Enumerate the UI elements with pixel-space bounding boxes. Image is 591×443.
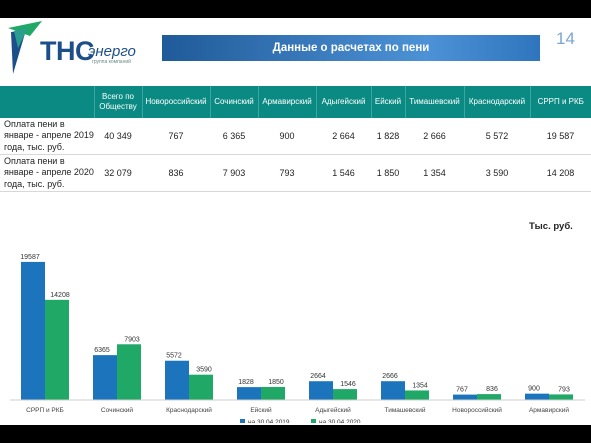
- table-header-cell: Армавирский: [257, 86, 316, 118]
- chart-data-label: 2666: [382, 373, 398, 380]
- table-header-cell: Всего по Обществу: [93, 86, 142, 118]
- chart-bar: [165, 360, 189, 400]
- table-cell: 2 664: [316, 118, 371, 155]
- table-cell: 793: [258, 154, 316, 192]
- chart-data-label: 2664: [310, 373, 326, 380]
- table-row-label: Оплата пени в январе - апреле 2019 года,…: [0, 118, 94, 155]
- chart-data-label: 3590: [196, 367, 212, 374]
- chart-bar: [117, 344, 141, 400]
- chart-bar: [261, 386, 285, 400]
- chart-category-label: Ейский: [250, 406, 272, 414]
- chart-bar: [333, 389, 357, 400]
- chart-category-label: СРРП и РКБ: [26, 407, 64, 414]
- table-cell: 1 354: [405, 154, 464, 192]
- table-cell: 5 572: [464, 118, 530, 155]
- table-header-cell: Адыгейский: [315, 86, 371, 118]
- table-row: Оплата пени в январе - апреле 2019 года,…: [0, 118, 591, 155]
- table-cell: 900: [258, 118, 316, 155]
- chart-bar: [93, 355, 117, 400]
- chart-bar: [453, 394, 477, 400]
- data-table: Всего по Обществу Новороссийский Сочинск…: [0, 86, 591, 192]
- chart-data-label: 19587: [20, 254, 40, 261]
- table-cell: 19 587: [530, 118, 591, 155]
- table-row-label: Оплата пени в январе - апреле 2020 года,…: [0, 154, 94, 192]
- chart-data-label: 1354: [412, 382, 428, 389]
- legend-label: на 30.04.2019: [248, 419, 290, 423]
- slide: ТНС энерго группа компаний Данные о расч…: [0, 18, 591, 425]
- chart-bar: [21, 261, 45, 400]
- chart-bar: [549, 394, 573, 400]
- chart-category-label: Армавирский: [529, 406, 569, 414]
- table-header-cell: Новороссийский: [141, 86, 210, 118]
- title-bar: Данные о расчетах по пени: [162, 35, 540, 61]
- legend-label: на 30.04.2020: [319, 419, 361, 423]
- table-cell: 32 079: [94, 154, 142, 192]
- logo-second-text: энерго: [88, 43, 136, 60]
- logo-main-text: ТНС: [40, 36, 95, 66]
- chart-bar: [237, 387, 261, 400]
- chart-category-label: Тимашевский: [385, 406, 426, 414]
- page-title: Данные о расчетах по пени: [272, 42, 430, 54]
- chart-bar: [405, 390, 429, 400]
- chart-data-label: 767: [456, 387, 468, 394]
- chart-data-label: 5572: [166, 353, 182, 360]
- chart-category-label: Краснодарский: [166, 406, 212, 414]
- chart-data-label: 1828: [238, 379, 254, 386]
- bar-chart: 19587 14208 СРРП и РКБ 6365 7903 Сочинский 557…: [10, 254, 585, 423]
- table-cell: 6 365: [210, 118, 258, 155]
- chart-data-label: 1546: [340, 381, 356, 388]
- table-header-row: Всего по Обществу Новороссийский Сочинск…: [0, 86, 591, 118]
- table-cell: 836: [142, 154, 210, 192]
- table-cell: 40 349: [94, 118, 142, 155]
- table-header-cell: [0, 86, 94, 118]
- chart-bar: [477, 394, 501, 400]
- chart-data-label: 14208: [50, 292, 70, 299]
- chart-bar: [309, 381, 333, 400]
- table-cell: 1 546: [316, 154, 371, 192]
- table-header-cell: Тимашевский: [404, 86, 464, 118]
- chart-data-label: 1850: [268, 379, 284, 386]
- table-cell: 767: [142, 118, 210, 155]
- table-header-cell: Краснодарский: [463, 86, 530, 118]
- chart-category-label: Новороссийский: [452, 406, 502, 414]
- table-cell: 1 828: [371, 118, 405, 155]
- table-cell: 2 666: [405, 118, 464, 155]
- chart-bar: [525, 393, 549, 400]
- table-row: Оплата пени в январе - апреле 2020 года,…: [0, 154, 591, 192]
- logo-icon: [8, 21, 42, 74]
- legend-swatch: [311, 419, 316, 423]
- logo-tagline: группа компаний: [92, 59, 131, 65]
- chart-data-label: 900: [528, 386, 540, 393]
- page-number: 14: [556, 29, 575, 48]
- chart-bar: [189, 374, 213, 400]
- chart-data-label: 7903: [124, 336, 140, 343]
- table-cell: 3 590: [464, 154, 530, 192]
- chart-data-label: 793: [558, 386, 570, 393]
- chart-data-label: 836: [486, 386, 498, 393]
- chart-category-label: Сочинский: [101, 406, 133, 414]
- chart-category-label: Адыгейский: [315, 406, 351, 414]
- chart-bar: [381, 381, 405, 400]
- table-cell: 7 903: [210, 154, 258, 192]
- legend-swatch: [240, 419, 245, 423]
- chart-bar: [45, 299, 69, 400]
- table-cell: 1 850: [371, 154, 405, 192]
- table-cell: 14 208: [530, 154, 591, 192]
- table-header-cell: Ейский: [370, 86, 405, 118]
- chart-data-label: 6365: [94, 347, 110, 354]
- table-header-cell: СРРП и РКБ: [529, 86, 591, 118]
- table-header-cell: Сочинский: [209, 86, 258, 118]
